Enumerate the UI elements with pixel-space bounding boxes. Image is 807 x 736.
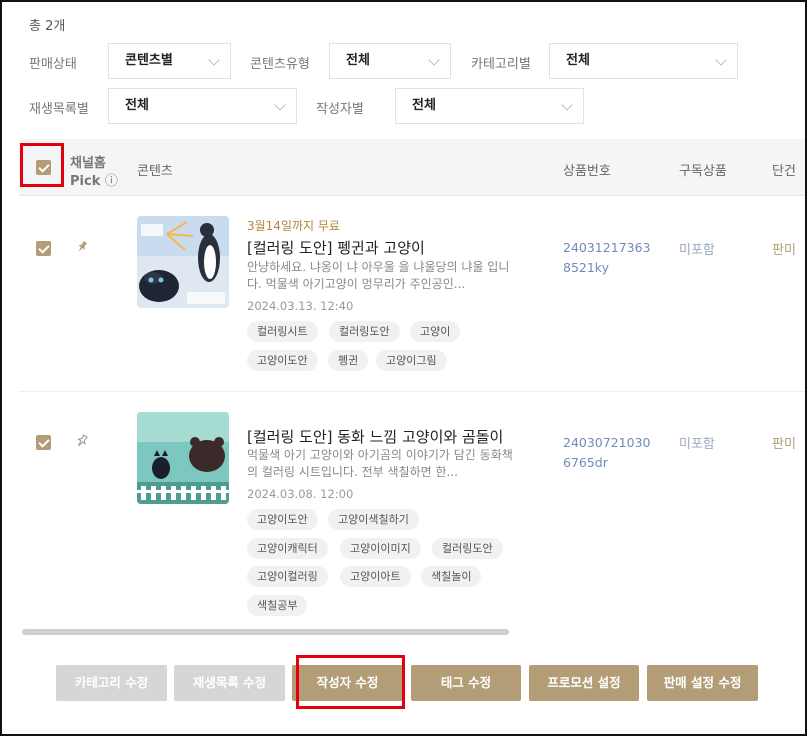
content-thumbnail[interactable] xyxy=(137,412,229,504)
content-desc: 먹물색 아기 고양이와 아기곰의 이야기가 담긴 동화책의 컬러링 시트입니다.… xyxy=(247,448,513,479)
product-no-header: 상품번호 xyxy=(563,164,611,179)
row-checkbox[interactable] xyxy=(36,435,51,450)
chevron-down-icon xyxy=(428,54,440,66)
content-title[interactable]: [컬러링 도안] 펭귄과 고양이 xyxy=(247,237,425,258)
tag-chip[interactable]: 고양이색칠하기 xyxy=(328,509,419,530)
category-value: 전체 xyxy=(566,53,590,68)
playlist-label: 재생목록별 xyxy=(29,102,89,117)
tag-chip[interactable]: 펭귄 xyxy=(328,350,369,371)
playlist-edit-button[interactable]: 재생목록 수정 xyxy=(174,665,285,701)
content-header: 콘텐츠 xyxy=(137,164,173,179)
channel-home-header: 채널홈 xyxy=(70,156,106,171)
tag-chip[interactable]: 고양이도안 xyxy=(247,509,318,530)
category-label: 카테고리별 xyxy=(471,57,531,72)
horizontal-scrollbar-thumb[interactable] xyxy=(22,629,509,635)
playlist-select[interactable]: 전체 xyxy=(108,88,297,124)
tag-chip[interactable]: 색칠놀이 xyxy=(421,566,482,587)
tag-chip[interactable]: 고양이아트 xyxy=(340,566,411,587)
sale-status: 판미 xyxy=(772,437,796,452)
category-edit-button[interactable]: 카테고리 수정 xyxy=(56,665,167,701)
subscription-status: 미포함 xyxy=(679,437,715,452)
content-type-label: 콘텐츠유형 xyxy=(250,57,310,72)
pick-label: Pick xyxy=(70,174,101,189)
row-checkbox[interactable] xyxy=(36,241,51,256)
chevron-down-icon xyxy=(274,99,286,111)
product-number[interactable]: 24030721030 6765dr xyxy=(563,433,650,473)
sale-status-label: 판매상태 xyxy=(29,57,77,72)
highlight-box xyxy=(20,143,64,187)
content-thumbnail[interactable] xyxy=(137,216,229,308)
pick-header: Pick ⓘ xyxy=(70,170,118,189)
category-select[interactable]: 전체 xyxy=(549,43,738,79)
sale-status: 판미 xyxy=(772,243,796,258)
content-management-panel: 총 2개 판매상태 콘텐츠별 콘텐츠유형 전체 카테고리별 전체 재생목록별 전… xyxy=(0,0,807,736)
content-desc: 안냥하세요. 냐옹이 냐 아우울 을 냐울당의 냐울 입니다. 먹물색 아기고양… xyxy=(247,260,510,291)
tag-chip[interactable]: 고양이이미지 xyxy=(340,538,421,559)
pin-outline-icon[interactable] xyxy=(75,434,89,448)
playlist-value: 전체 xyxy=(125,98,149,113)
content-title[interactable]: [컬러링 도안] 동화 느낌 고양이와 곰돌이 xyxy=(247,426,503,447)
author-label: 작성자별 xyxy=(316,102,364,117)
tag-chip[interactable]: 고양이 xyxy=(410,321,461,342)
sale-status-value: 콘텐츠별 xyxy=(125,53,173,68)
tag-chip[interactable]: 고양이컬러링 xyxy=(247,566,328,587)
chevron-down-icon xyxy=(208,54,220,66)
tag-edit-button[interactable]: 태그 수정 xyxy=(411,665,521,701)
author-select[interactable]: 전체 xyxy=(395,88,584,124)
author-value: 전체 xyxy=(412,98,436,113)
sale-setting-edit-button[interactable]: 판매 설정 수정 xyxy=(647,665,758,701)
info-icon[interactable]: ⓘ xyxy=(105,174,118,189)
subscription-header: 구독상품 xyxy=(679,164,727,179)
single-header: 단건 xyxy=(772,164,796,179)
product-number-line1: 24031217363 xyxy=(563,240,651,255)
content-date: 2024.03.13. 12:40 xyxy=(247,299,354,313)
product-number-line2: 6765dr xyxy=(563,455,608,470)
sale-status-select[interactable]: 콘텐츠별 xyxy=(108,43,231,79)
tag-chip[interactable]: 색칠공부 xyxy=(247,595,308,616)
total-count: 총 2개 xyxy=(29,19,66,34)
tag-chip[interactable]: 컬러링도안 xyxy=(432,538,503,559)
product-number[interactable]: 24031217363 8521ky xyxy=(563,238,650,278)
product-number-line1: 24030721030 xyxy=(563,435,651,450)
content-type-select[interactable]: 전체 xyxy=(329,43,451,79)
pin-filled-icon[interactable] xyxy=(75,240,89,254)
content-type-value: 전체 xyxy=(346,53,370,68)
product-number-line2: 8521ky xyxy=(563,260,610,275)
tag-chip[interactable]: 컬러링시트 xyxy=(247,321,318,342)
chevron-down-icon xyxy=(561,99,573,111)
tag-chip[interactable]: 고양이도안 xyxy=(247,350,318,371)
highlight-box xyxy=(296,655,405,709)
tag-chip[interactable]: 컬러링도안 xyxy=(329,321,400,342)
content-date: 2024.03.08. 12:00 xyxy=(247,487,354,501)
promotion-setting-button[interactable]: 프로모션 설정 xyxy=(529,665,639,701)
row-divider xyxy=(19,391,805,392)
chevron-down-icon xyxy=(715,54,727,66)
subscription-status: 미포함 xyxy=(679,243,715,258)
tag-chip[interactable]: 고양이캐릭터 xyxy=(247,538,328,559)
free-period-label: 3월14일까지 무료 xyxy=(247,219,340,233)
tag-chip[interactable]: 고양이그림 xyxy=(376,350,447,371)
